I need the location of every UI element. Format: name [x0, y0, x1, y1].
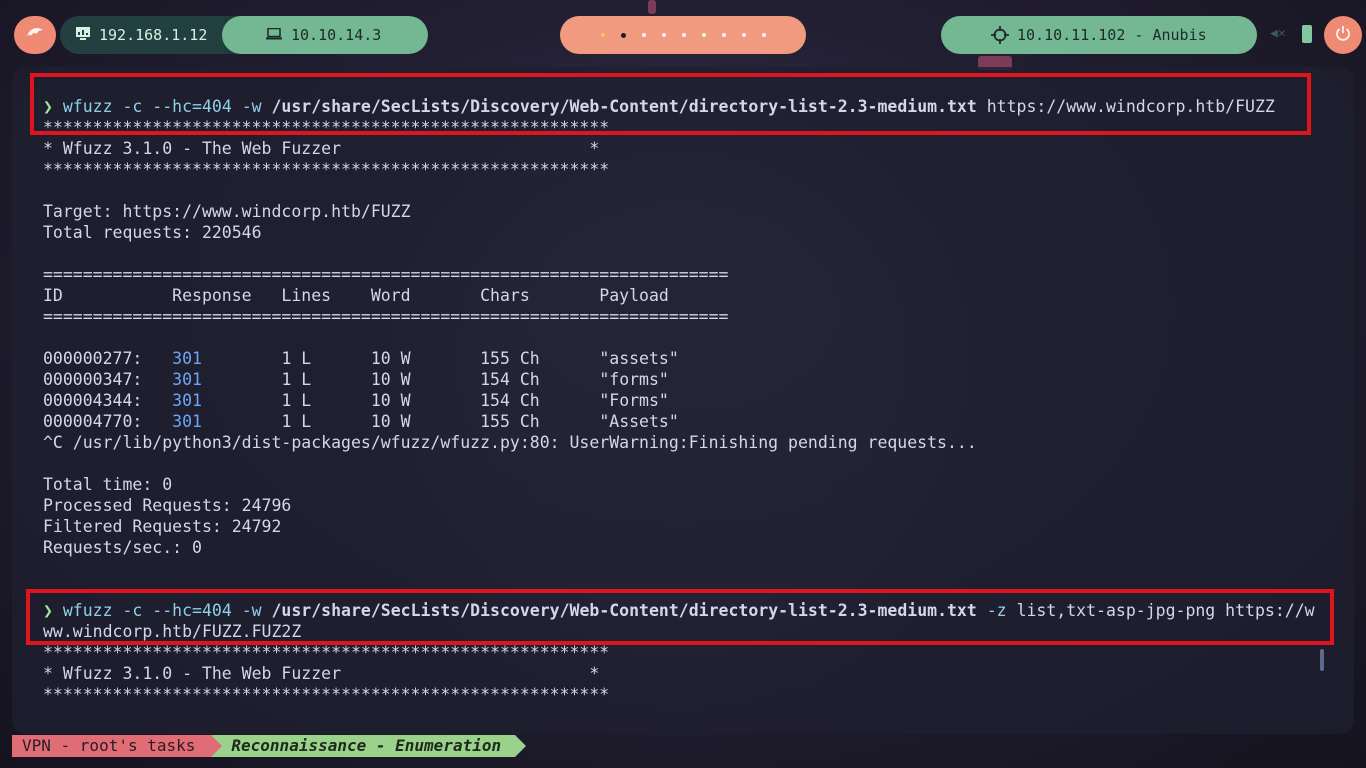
total-time-line: Total time: 0: [43, 475, 173, 494]
banner-bottom: ****************************************…: [43, 160, 610, 179]
session-segment[interactable]: VPN - root's tasks: [12, 735, 223, 757]
banner2-top: ****************************************…: [43, 643, 610, 662]
local-ip-widget: 192.168.1.12: [60, 16, 224, 54]
launcher-button[interactable]: [14, 16, 56, 54]
result-row: 000004770: 301 1 L 10 W 155 Ch "Assets": [43, 412, 679, 431]
separator-bottom: ========================================…: [43, 307, 729, 326]
target-line: Target: https://www.windcorp.htb/FUZZ: [43, 202, 411, 221]
workspace-4[interactable]: [661, 33, 666, 37]
result-row: 000004344: 301 1 L 10 W 154 Ch "Forms": [43, 391, 669, 410]
system-tray: ◀✕: [1262, 16, 1362, 54]
terminal-window[interactable]: ❯ wfuzz -c --hc=404 -w /usr/share/SecLis…: [12, 67, 1354, 734]
filtered-line: Filtered Requests: 24792: [43, 517, 282, 536]
workspace-1[interactable]: [600, 33, 605, 37]
processed-line: Processed Requests: 24796: [43, 496, 292, 515]
separator-top: ========================================…: [43, 265, 729, 284]
rate-line: Requests/sec.: 0: [43, 538, 202, 557]
monitor-icon: [76, 26, 90, 44]
tmux-status-bar: VPN - root's tasks Reconnaissance - Enum…: [12, 735, 526, 757]
result-row: 000000277: 301 1 L 10 W 155 Ch "assets": [43, 349, 679, 368]
workspace-switcher[interactable]: [560, 16, 806, 54]
power-button[interactable]: [1324, 16, 1362, 54]
local-ip: 192.168.1.12: [99, 26, 208, 44]
banner2-title: * Wfuzz 3.1.0 - The Web Fuzzer *: [43, 664, 600, 683]
crosshair-icon: [991, 26, 1009, 48]
result-row: 000000347: 301 1 L 10 W 154 Ch "forms": [43, 370, 669, 389]
vpn-ip: 10.10.14.3: [291, 26, 382, 44]
banner2-bottom: ****************************************…: [43, 685, 610, 704]
target-label: 10.10.11.102 - Anubis: [1017, 26, 1207, 44]
target-widget: 10.10.11.102 - Anubis: [941, 16, 1257, 54]
banner-title: * Wfuzz 3.1.0 - The Web Fuzzer *: [43, 139, 600, 158]
power-icon: [1335, 25, 1351, 45]
workspace-3[interactable]: [641, 33, 646, 37]
total-requests-line: Total requests: 220546: [43, 223, 262, 242]
network-info: 192.168.1.12 10.10.14.3: [60, 16, 428, 54]
workspace-6[interactable]: [701, 33, 706, 37]
volume-muted-icon[interactable]: ◀✕: [1270, 26, 1286, 41]
laptop-icon: [266, 26, 282, 44]
vpn-ip-widget: 10.10.14.3: [222, 16, 428, 54]
workspace-5[interactable]: [681, 33, 686, 37]
workspace-2[interactable]: [620, 32, 626, 38]
highlight-box-command-2: [26, 589, 1334, 645]
workspace-7[interactable]: [721, 33, 726, 37]
highlight-box-command-1: [30, 73, 1311, 135]
interrupt-line: ^C /usr/lib/python3/dist-packages/wfuzz/…: [43, 433, 977, 452]
results-header: ID Response Lines Word Chars Payload: [43, 286, 669, 305]
dragon-logo-icon: [25, 24, 45, 46]
battery-icon: [1302, 25, 1312, 43]
window-segment[interactable]: Reconnaissance - Enumeration: [211, 735, 526, 757]
background-neon-bar: [648, 0, 656, 14]
workspace-9[interactable]: [761, 33, 766, 37]
scrollbar-thumb[interactable]: [1320, 649, 1324, 671]
workspace-8[interactable]: [741, 33, 746, 37]
